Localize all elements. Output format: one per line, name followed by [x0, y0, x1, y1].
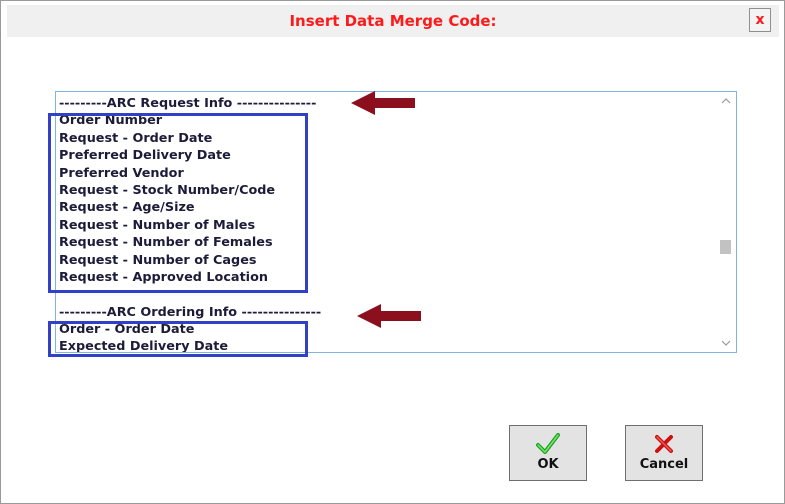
close-button[interactable]: x: [749, 8, 771, 32]
chevron-up-icon[interactable]: [721, 96, 731, 106]
insert-data-merge-dialog: Insert Data Merge Code: x ---------ARC R…: [0, 0, 785, 504]
request-info-arrow-icon: [351, 91, 415, 115]
ordering-info-highlight-box: [48, 321, 308, 357]
title-bar: Insert Data Merge Code: x: [7, 5, 779, 37]
ordering-info-arrow-icon: [357, 304, 421, 328]
ok-button-label: OK: [537, 457, 559, 472]
ok-button[interactable]: OK: [509, 425, 587, 481]
vertical-scrollbar[interactable]: [716, 92, 736, 352]
cancel-button[interactable]: Cancel: [625, 425, 703, 481]
red-x-icon: [655, 435, 673, 453]
green-checkmark-icon: [536, 433, 560, 454]
request-info-highlight-box: [48, 113, 308, 293]
cancel-button-label: Cancel: [639, 457, 689, 472]
chevron-down-icon[interactable]: [721, 338, 731, 348]
dialog-title: Insert Data Merge Code:: [289, 12, 497, 30]
scrollbar-thumb[interactable]: [720, 240, 731, 254]
